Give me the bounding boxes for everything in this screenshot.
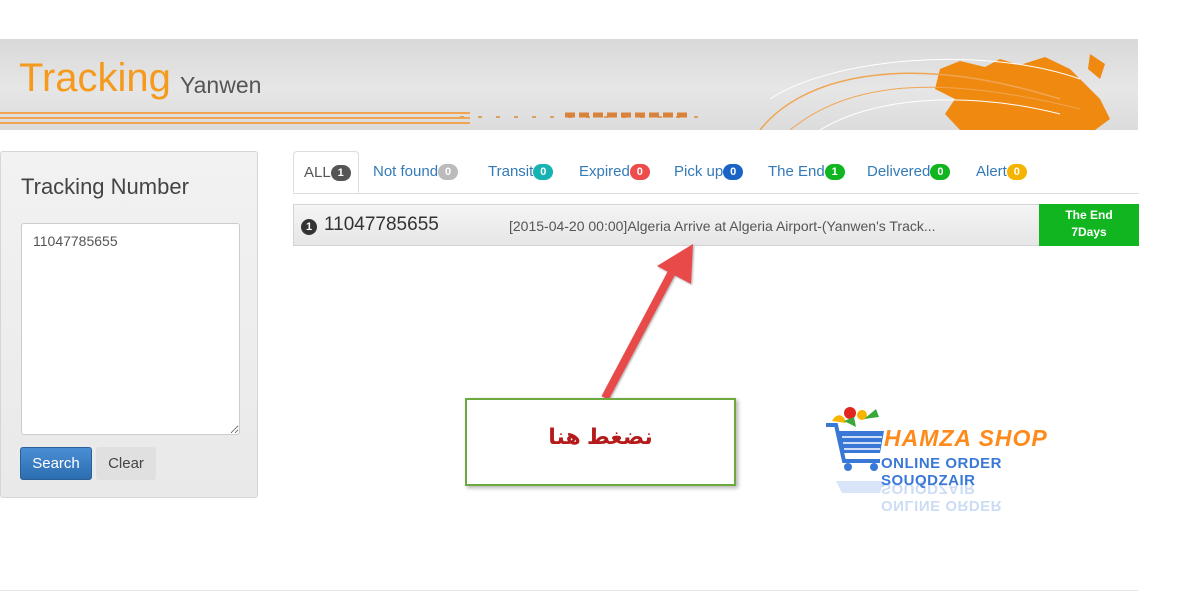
tracking-number-input[interactable]: [21, 223, 240, 435]
red-arrow-annotation: [601, 244, 693, 400]
status-days: 7Days: [1071, 225, 1107, 239]
tab-label: Not found: [373, 163, 439, 180]
count-badge: 0: [629, 164, 650, 180]
count-badge: 0: [930, 164, 951, 180]
tab-label: The End: [768, 163, 825, 180]
tab-transit[interactable]: Transit 0: [488, 151, 554, 193]
callout-text: نضغط هنا: [548, 424, 653, 449]
status-badge: The End 7Days: [1039, 204, 1139, 246]
tab-label: Delivered: [867, 163, 931, 180]
instruction-callout: نضغط هنا: [465, 398, 736, 486]
shop-logo: HAMZA SHOP ONLINE ORDER SOUQDZAIR ONLINE…: [824, 403, 1064, 514]
count-badge: 1: [824, 164, 845, 180]
carrier-name: Yanwen: [180, 72, 262, 98]
banner-stripes: [0, 112, 470, 127]
tab-label: Expired: [579, 163, 630, 180]
count-badge: 0: [723, 164, 744, 180]
tab-the-end[interactable]: The End 1: [768, 151, 845, 193]
clear-button[interactable]: Clear: [96, 447, 156, 480]
search-button[interactable]: Search: [20, 447, 92, 480]
tab-expired[interactable]: Expired 0: [579, 151, 650, 193]
tab-alert[interactable]: Alert 0: [976, 151, 1027, 193]
tab-all[interactable]: ALL 1: [293, 151, 359, 193]
tracking-result-row[interactable]: 1 11047785655 [2015-04-20 00:00]Algeria …: [293, 204, 1139, 246]
last-event: [2015-04-20 00:00]Algeria Arrive at Alge…: [509, 218, 936, 234]
tracking-number-panel: Tracking Number Search Clear: [0, 151, 258, 498]
tab-delivered[interactable]: Delivered 0: [867, 151, 951, 193]
page-title: Tracking: [19, 56, 171, 100]
tab-label: Transit: [488, 163, 534, 180]
tab-label: ALL: [304, 164, 331, 181]
logo-tagline-reflection: ONLINE ORDER SOUQDZAIR: [881, 480, 1003, 514]
divider: [0, 590, 1138, 591]
count-badge: 0: [533, 164, 554, 180]
panel-heading: Tracking Number: [21, 174, 189, 199]
count-badge: 0: [438, 164, 459, 180]
header-banner: Tracking Yanwen: [0, 39, 1138, 130]
row-index-badge: 1: [301, 219, 317, 235]
tab-label: Pick up: [674, 163, 724, 180]
status-tabs: ALL 1 Not found 0 Transit 0 Expired 0 Pick u…: [293, 151, 1139, 194]
logo-name: HAMZA SHOP: [884, 425, 1048, 451]
tab-pick-up[interactable]: Pick up 0: [674, 151, 744, 193]
count-badge: 0: [1006, 164, 1027, 180]
tab-not-found[interactable]: Not found 0: [373, 151, 459, 193]
count-badge: 1: [330, 165, 351, 181]
tab-label: Alert: [976, 163, 1007, 180]
status-label: The End: [1065, 208, 1113, 222]
tracking-number: 11047785655: [324, 214, 439, 235]
